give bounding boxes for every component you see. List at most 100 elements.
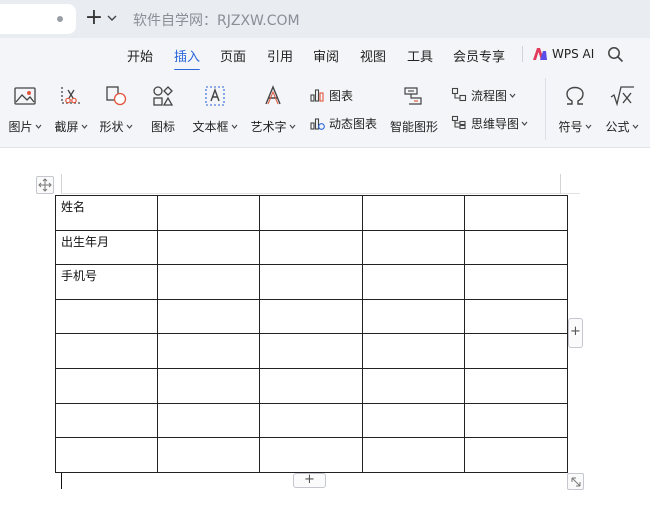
bar-chart-icon (310, 89, 324, 102)
search-icon[interactable] (607, 46, 624, 63)
add-column-button[interactable]: + (568, 318, 583, 348)
table-cell[interactable] (157, 333, 260, 369)
table-move-handle[interactable] (36, 176, 54, 194)
table-cell[interactable]: 姓名 (55, 195, 158, 231)
table-cell[interactable] (55, 367, 158, 404)
table-cell[interactable] (259, 367, 363, 404)
table-resize-handle[interactable] (567, 473, 584, 490)
table-cell[interactable]: 出生年月 (55, 229, 158, 266)
caret-down-icon (585, 124, 591, 129)
table-cell[interactable] (362, 195, 465, 231)
table-row: 手机号 (55, 264, 568, 300)
wordart-icon (265, 85, 281, 105)
document-table: 姓名 出生年月 手机号 (55, 195, 568, 473)
new-tab-button[interactable]: + (84, 7, 104, 29)
table-cell[interactable] (464, 437, 568, 473)
formula-button[interactable]: 公式 (603, 82, 641, 142)
table-cell[interactable] (259, 195, 363, 231)
caret-down-icon (35, 124, 41, 129)
wordart-button[interactable]: 艺术字 (249, 82, 297, 142)
add-row-button[interactable]: + (293, 473, 326, 488)
table-cell[interactable] (55, 333, 158, 369)
table-cell[interactable] (259, 437, 363, 473)
table-cell[interactable] (55, 298, 158, 335)
table-cell[interactable] (464, 264, 568, 300)
caret-down-icon (81, 124, 87, 129)
mindmap-button[interactable]: 思维导图 (451, 113, 532, 133)
table-cell[interactable] (362, 229, 465, 266)
symbol-label: 符号 (558, 120, 583, 134)
tab-member[interactable]: 会员专享 (453, 46, 505, 65)
table-cell[interactable] (259, 402, 363, 439)
caret-down-icon (289, 124, 295, 129)
shape-button[interactable]: 形状 (98, 82, 134, 142)
flowchart-button[interactable]: 流程图 (451, 85, 520, 105)
table-cell[interactable] (362, 264, 465, 300)
table-cell[interactable] (157, 229, 260, 266)
tab-insert[interactable]: 插入 (174, 46, 201, 71)
tab-page[interactable]: 页面 (220, 46, 246, 65)
site-watermark-label: 软件自学网：RJZXW.COM (133, 13, 300, 29)
tab-home[interactable]: 开始 (127, 46, 153, 65)
picture-icon (14, 87, 36, 105)
icon-library-icon (153, 86, 174, 106)
table-cell[interactable] (362, 437, 465, 473)
table-row (55, 298, 568, 335)
formula-icon (610, 86, 634, 107)
dynamic-chart-button[interactable]: 动态图表 (309, 113, 377, 133)
caret-down-icon (509, 93, 516, 98)
caret-down-icon (521, 121, 528, 126)
table-cell[interactable] (157, 402, 260, 439)
table-cell[interactable] (157, 195, 260, 231)
table-cell[interactable] (362, 367, 465, 404)
mindmap-icon (451, 115, 466, 130)
table-cell[interactable] (464, 298, 568, 335)
screenshot-button[interactable]: 截屏 (53, 82, 89, 142)
tab-review[interactable]: 审阅 (313, 46, 339, 65)
table-cell[interactable] (464, 402, 568, 439)
omega-icon (566, 86, 584, 105)
resize-diagonal-icon (571, 477, 580, 486)
table-cell[interactable] (157, 298, 260, 335)
table-cell[interactable] (55, 402, 158, 439)
textbox-button[interactable]: 文本框 (191, 82, 239, 142)
smart-graphic-button[interactable]: 智能图形 (388, 82, 440, 142)
table-cell[interactable] (157, 437, 260, 473)
table-cell[interactable] (464, 333, 568, 369)
table-cell[interactable]: 手机号 (55, 264, 158, 300)
symbol-button[interactable]: 符号 (556, 82, 594, 142)
tab-references[interactable]: 引用 (267, 46, 293, 65)
tab-view[interactable]: 视图 (360, 46, 386, 65)
smart-graphic-label: 智能图形 (389, 120, 438, 134)
table-cell[interactable] (259, 264, 363, 300)
table-cell[interactable] (259, 229, 363, 266)
table-row (55, 333, 568, 369)
table-cell[interactable] (464, 229, 568, 266)
wps-ai-button[interactable]: WPS AI (522, 45, 594, 63)
table-cell[interactable] (259, 333, 363, 369)
table-cell[interactable] (362, 333, 465, 369)
table-cell[interactable] (259, 298, 363, 335)
screenshot-icon (61, 87, 80, 104)
table-cell[interactable] (157, 367, 260, 404)
picture-label: 图片 (8, 120, 33, 134)
table-cell[interactable] (464, 367, 568, 404)
table-cell[interactable] (362, 298, 465, 335)
tab-tools[interactable]: 工具 (407, 46, 433, 65)
divider (522, 46, 523, 62)
chart-button[interactable]: 图表 (309, 85, 353, 105)
margin-marker (61, 174, 62, 194)
move-icon (38, 178, 52, 192)
tab-status-dot-icon[interactable] (57, 16, 63, 22)
title-bar: + 软件自学网：RJZXW.COM (0, 0, 650, 38)
table-cell[interactable] (464, 195, 568, 231)
table-cell[interactable] (55, 437, 158, 473)
table-cell[interactable] (157, 264, 260, 300)
table-cell[interactable] (362, 402, 465, 439)
icon-library-button[interactable]: 图标 (147, 82, 179, 142)
picture-button[interactable]: 图片 (7, 82, 43, 142)
document-tab[interactable] (0, 4, 76, 34)
chevron-down-icon[interactable] (106, 12, 118, 24)
dynamic-chart-icon (310, 118, 325, 130)
caret-down-icon (632, 124, 638, 129)
